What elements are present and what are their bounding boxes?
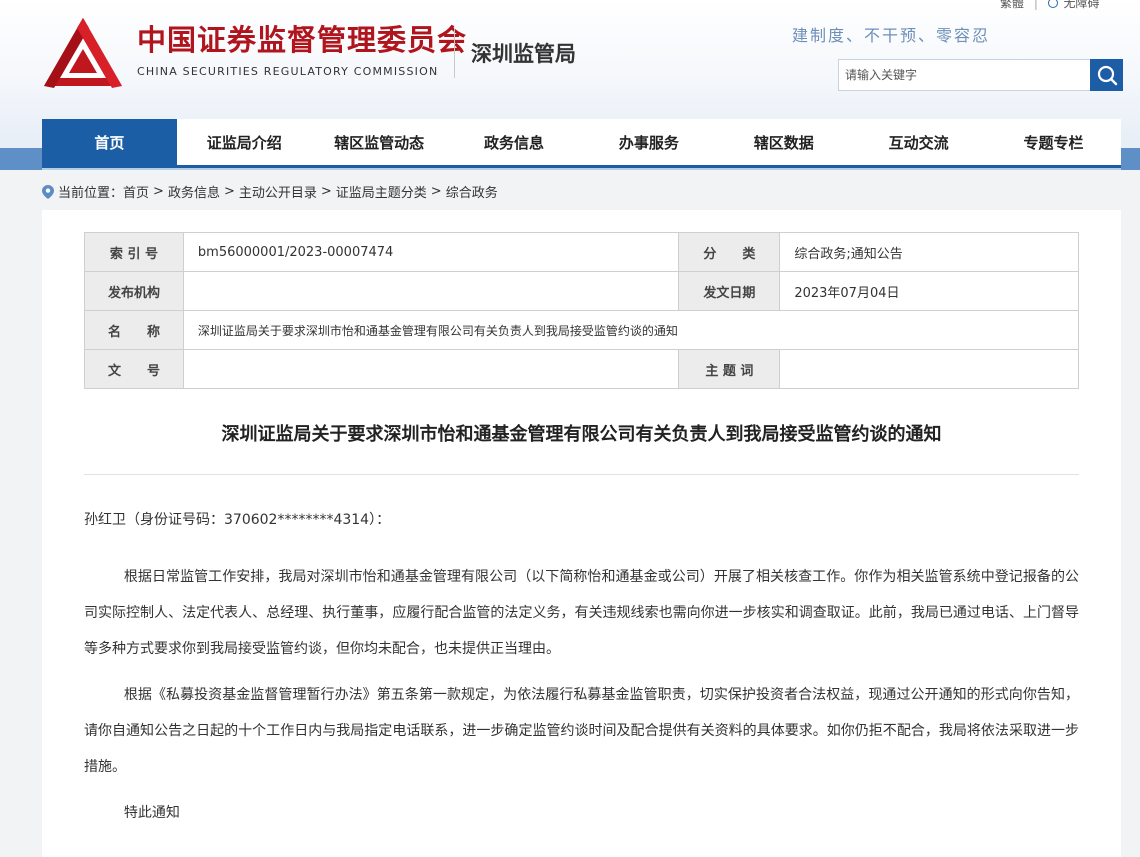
content-panel: 索 引 号 bm56000001/2023-00007474 分 类 综合政务;… <box>42 210 1121 857</box>
publisher-value <box>182 271 680 311</box>
slogan: 建制度、不干预、零容忍 <box>792 26 991 45</box>
name-label: 名 称 <box>84 310 184 350</box>
nav-item-services[interactable]: 办事服务 <box>582 119 717 165</box>
header-band-left <box>0 148 42 170</box>
logo-divider <box>454 28 455 78</box>
name-value: 深圳证监局关于要求深圳市怡和通基金管理有限公司有关负责人到我局接受监管约谈的通知 <box>182 310 1080 350</box>
search-button[interactable] <box>1090 59 1123 91</box>
org-name-cn: 中国证券监督管理委员会 <box>137 23 468 57</box>
breadcrumb: 当前位置： 首页 > 政务信息 > 主动公开目录 > 证监局主题分类 > 综合政… <box>42 182 498 201</box>
date-label: 发文日期 <box>678 271 781 311</box>
category-value: 综合政务;通知公告 <box>779 232 1079 272</box>
org-name-en: CHINA SECURITIES REGULATORY COMMISSION <box>137 65 439 78</box>
accessibility-link[interactable]: 无障碍 <box>1064 0 1100 11</box>
main-nav: 首页 证监局介绍 辖区监管动态 政务信息 办事服务 辖区数据 互动交流 专题专栏 <box>42 119 1121 168</box>
table-row: 发布机构 发文日期 2023年07月04日 <box>84 271 1079 311</box>
article-salutation: 孙红卫（身份证号码：370602********4314）： <box>84 512 391 528</box>
table-row: 索 引 号 bm56000001/2023-00007474 分 类 综合政务;… <box>84 232 1079 272</box>
index-value: bm56000001/2023-00007474 <box>182 232 680 272</box>
nav-item-special-topics[interactable]: 专题专栏 <box>986 119 1121 165</box>
breadcrumb-separator: > <box>153 184 164 199</box>
date-value: 2023年07月04日 <box>779 271 1079 311</box>
traditional-chinese-link[interactable]: 繁體 <box>1000 0 1024 11</box>
doc-number-value <box>182 349 680 389</box>
doc-number-label: 文 号 <box>84 349 184 389</box>
breadcrumb-separator: > <box>320 184 332 199</box>
location-pin-icon <box>42 184 54 199</box>
keywords-value <box>779 349 1079 389</box>
search-icon <box>1097 65 1117 86</box>
breadcrumb-item-general-affairs[interactable]: 综合政务 <box>446 182 498 201</box>
breadcrumb-item-topic-category[interactable]: 证监局主题分类 <box>336 182 427 201</box>
title-divider <box>84 474 1079 475</box>
table-row: 名 称 深圳证监局关于要求深圳市怡和通基金管理有限公司有关负责人到我局接受监管约… <box>84 310 1080 350</box>
breadcrumb-item-gov-info[interactable]: 政务信息 <box>168 182 220 201</box>
csrc-logo[interactable] <box>42 16 124 90</box>
nav-item-regional-news[interactable]: 辖区监管动态 <box>312 119 447 165</box>
table-row: 文 号 主 题 词 <box>84 349 1079 389</box>
document-meta-table: 索 引 号 bm56000001/2023-00007474 分 类 综合政务;… <box>84 232 1080 389</box>
nav-item-gov-info[interactable]: 政务信息 <box>447 119 582 165</box>
article-paragraph: 根据《私募投资基金监督管理暂行办法》第五条第一款规定，为依法履行私募基金监管职责… <box>84 687 1079 775</box>
nav-item-interaction[interactable]: 互动交流 <box>851 119 986 165</box>
accessibility-icon[interactable] <box>1047 0 1058 8</box>
breadcrumb-separator: > <box>223 184 235 199</box>
category-label: 分 类 <box>678 232 781 272</box>
nav-item-home[interactable]: 首页 <box>42 119 177 165</box>
breadcrumb-prefix: 当前位置： <box>58 186 124 201</box>
top-links-separator: | <box>1033 0 1038 10</box>
article-body: 孙红卫（身份证号码：370602********4314）： 根据日常监管工作安… <box>84 508 1079 831</box>
article-closing: 特此通知 <box>123 805 180 821</box>
breadcrumb-item-disclosure-catalog[interactable]: 主动公开目录 <box>239 182 317 201</box>
breadcrumb-separator: > <box>430 184 442 199</box>
keywords-label: 主 题 词 <box>678 349 781 389</box>
article-title: 深圳证监局关于要求深圳市怡和通基金管理有限公司有关负责人到我局接受监管约谈的通知 <box>221 424 942 445</box>
search-box <box>838 59 1123 91</box>
header-band-right <box>1121 148 1140 170</box>
nav-item-regional-data[interactable]: 辖区数据 <box>716 119 851 165</box>
search-input[interactable] <box>839 60 1090 90</box>
bureau-name: 深圳监管局 <box>471 42 576 66</box>
nav-item-about[interactable]: 证监局介绍 <box>177 119 312 165</box>
top-links: 繁體 | 无障碍 <box>1000 0 1100 11</box>
article-paragraph: 根据日常监管工作安排，我局对深圳市怡和通基金管理有限公司（以下简称怡和通基金或公… <box>84 569 1079 657</box>
breadcrumb-item-home[interactable]: 首页 <box>123 182 149 201</box>
index-label: 索 引 号 <box>84 232 184 272</box>
publisher-label: 发布机构 <box>84 271 184 311</box>
